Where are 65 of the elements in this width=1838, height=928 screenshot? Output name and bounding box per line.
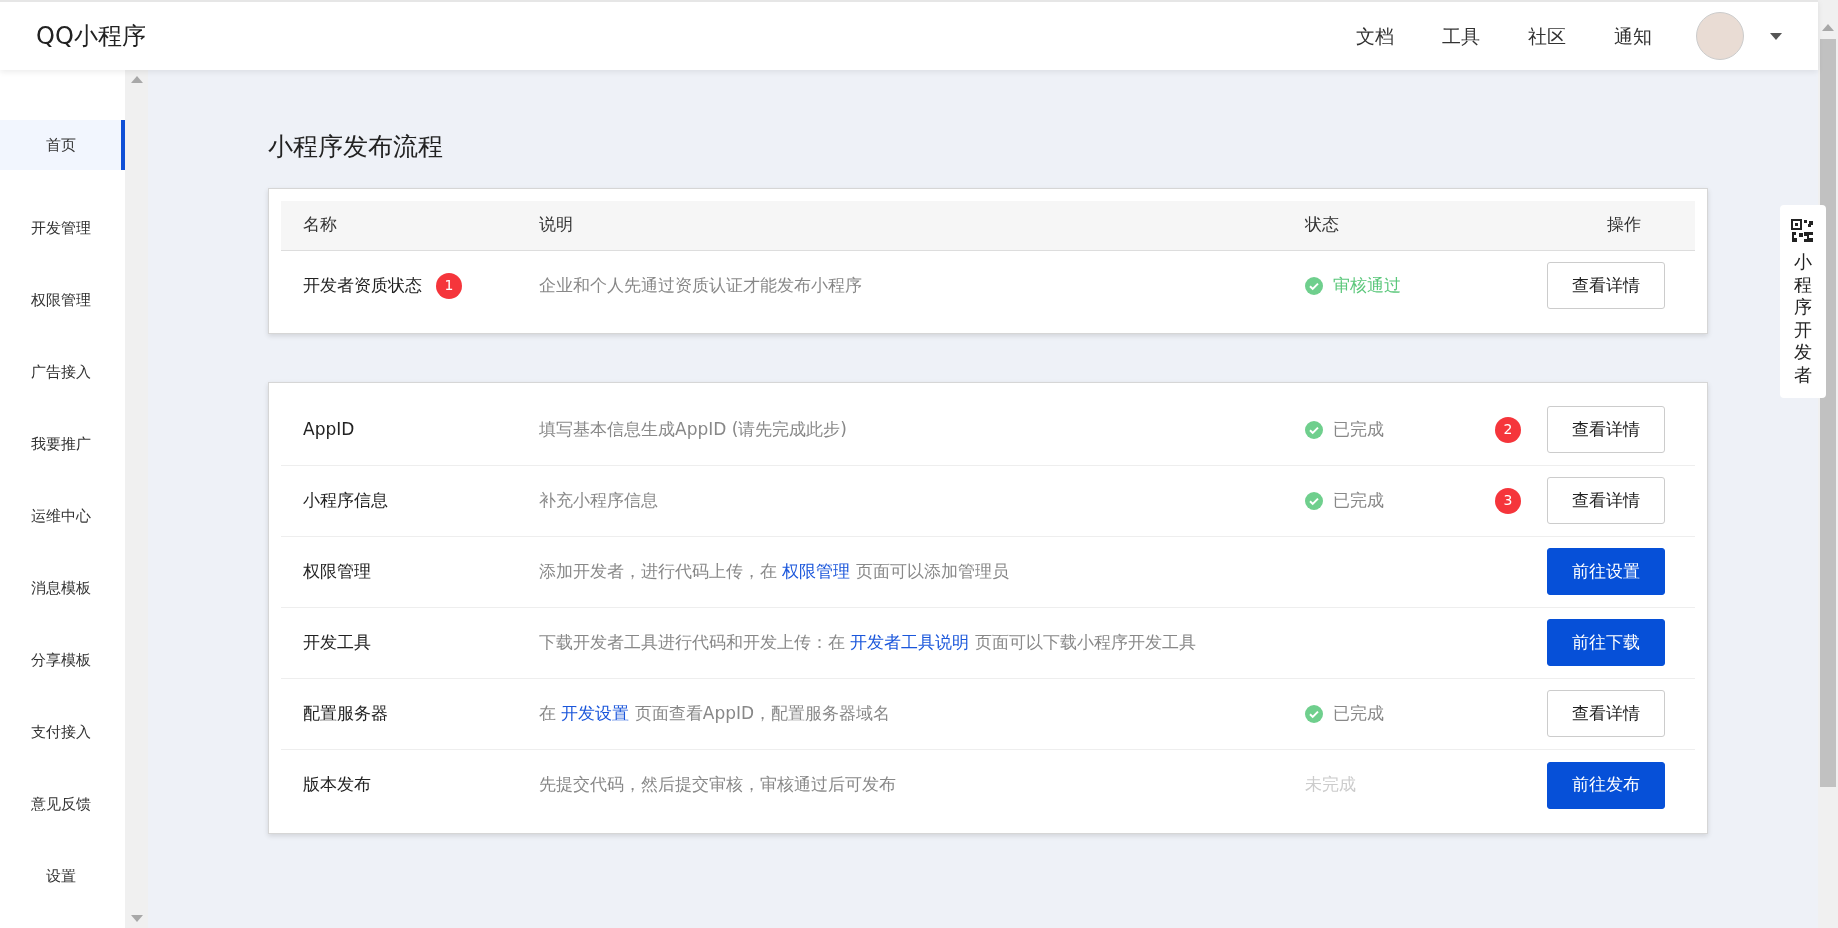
row-name: AppID: [303, 417, 355, 441]
page-title: 小程序发布流程: [268, 131, 444, 163]
action-button[interactable]: 查看详情: [1547, 690, 1665, 737]
nav-link[interactable]: 社区: [1528, 21, 1566, 51]
sidebar-item[interactable]: 广告接入: [0, 336, 125, 408]
column-header: 状态: [1305, 214, 1339, 235]
sidebar-item[interactable]: 开发管理: [0, 192, 125, 264]
row-name: 开发工具: [303, 630, 371, 654]
sidebar-item[interactable]: 首页: [0, 120, 125, 170]
sidebar-item[interactable]: 消息模板: [0, 552, 125, 624]
notification-badge: 2: [1495, 416, 1521, 443]
column-header: 操作: [1607, 214, 1641, 235]
scroll-up-icon[interactable]: [1822, 24, 1834, 31]
row-name: 配置服务器: [303, 701, 388, 725]
sidebar-item[interactable]: 运维中心: [0, 480, 125, 552]
sidebar-item[interactable]: 我要推广: [0, 408, 125, 480]
sidebar-item[interactable]: 分享模板: [0, 624, 125, 696]
row-description: 在 开发设置 页面查看AppID，配置服务器域名: [539, 702, 891, 723]
nav-link[interactable]: 工具: [1442, 21, 1480, 51]
scroll-thumb[interactable]: [1820, 39, 1836, 787]
check-circle-icon: [1305, 704, 1323, 723]
row-name: 版本发布: [303, 773, 371, 797]
row-description: 下载开发者工具进行代码和开发上传：在 开发者工具说明 页面可以下载小程序开发工具: [539, 631, 1196, 652]
notification-badge: 3: [1495, 487, 1521, 514]
row-description: 添加开发者，进行代码上传，在 权限管理 页面可以添加管理员: [539, 560, 1009, 581]
sidebar-item[interactable]: 设置: [0, 840, 125, 912]
check-circle-icon: [1305, 276, 1323, 295]
row-description: 填写基本信息生成AppID (请先完成此步): [539, 418, 847, 439]
status-text: 已完成: [1333, 417, 1384, 441]
row-name: 权限管理: [303, 559, 371, 583]
row-description: 补充小程序信息: [539, 489, 658, 510]
status-text: 已完成: [1333, 488, 1384, 512]
check-circle-icon: [1305, 420, 1323, 439]
action-button[interactable]: 查看详情: [1547, 477, 1665, 524]
check-circle-icon: [1305, 491, 1323, 510]
status-text: 已完成: [1333, 701, 1384, 725]
sidebar-item[interactable]: 权限管理: [0, 264, 125, 336]
action-button[interactable]: 前往下载: [1547, 619, 1665, 666]
column-header: 名称: [303, 214, 337, 235]
row-name: 开发者资质状态: [303, 273, 422, 297]
row-description: 先提交代码，然后提交审核，审核通过后可发布: [539, 774, 896, 795]
app-logo-text: QQ小程序: [36, 21, 146, 52]
nav-link[interactable]: 文档: [1356, 21, 1394, 51]
qr-code-icon: [1791, 219, 1815, 243]
row-description: 企业和个人先通过资质认证才能发布小程序: [539, 274, 862, 295]
sidebar-item[interactable]: 意见反馈: [0, 768, 125, 840]
floating-panel-label: 小程序开发者: [1794, 251, 1812, 386]
status-text: 审核通过: [1333, 273, 1401, 297]
description-link[interactable]: 开发者工具说明: [850, 631, 970, 652]
caret-icon[interactable]: [1770, 32, 1782, 40]
page-scrollbar[interactable]: [1818, 0, 1838, 928]
action-button[interactable]: 前往发布: [1547, 761, 1665, 809]
floating-panel[interactable]: 小程序开发者: [1780, 205, 1826, 398]
column-header: 说明: [539, 214, 573, 235]
action-button[interactable]: 前往设置: [1547, 548, 1665, 595]
description-link[interactable]: 权限管理: [782, 560, 851, 581]
sidebar-scrollbar[interactable]: [125, 70, 148, 928]
action-button[interactable]: 查看详情: [1547, 262, 1665, 309]
row-name: 小程序信息: [303, 488, 388, 512]
description-link[interactable]: 开发设置: [561, 702, 630, 723]
sidebar-item[interactable]: 支付接入: [0, 696, 125, 768]
avatar[interactable]: [1696, 12, 1744, 60]
notification-badge: 1: [436, 272, 462, 299]
nav-link[interactable]: 通知: [1614, 21, 1652, 51]
action-button[interactable]: 查看详情: [1547, 406, 1665, 453]
